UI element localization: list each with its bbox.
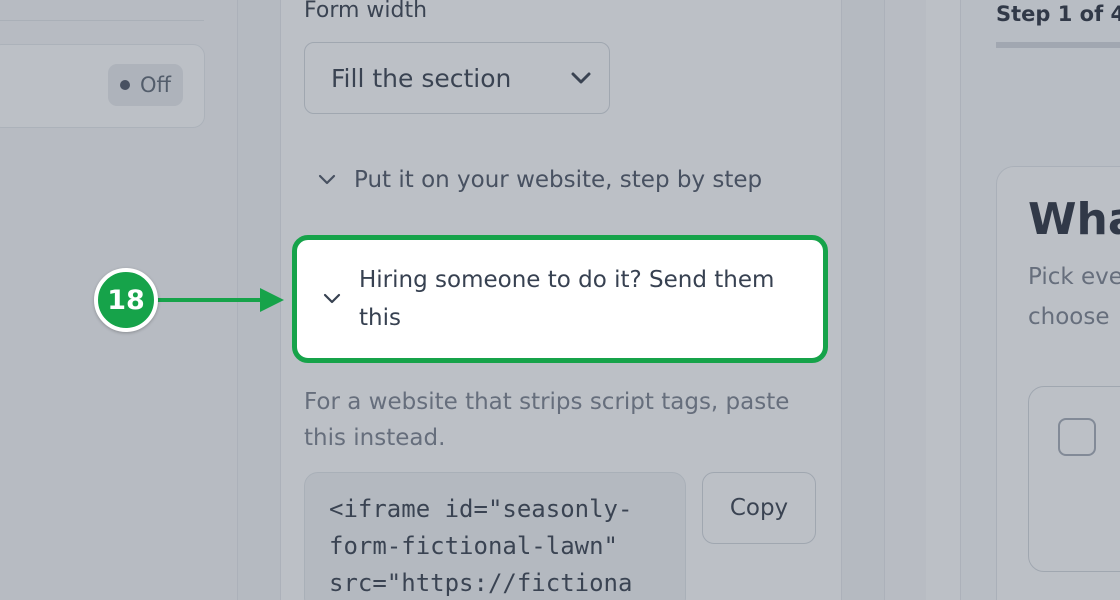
tutorial-step-badge: 18 (94, 268, 158, 332)
accordion-hire-someone-label: Hiring someone to do it? Send them this (359, 267, 775, 331)
pointer-arrow-icon (156, 288, 284, 312)
chevron-down-icon (323, 293, 341, 304)
accordion-hire-someone[interactable]: Hiring someone to do it? Send them this (292, 235, 828, 363)
